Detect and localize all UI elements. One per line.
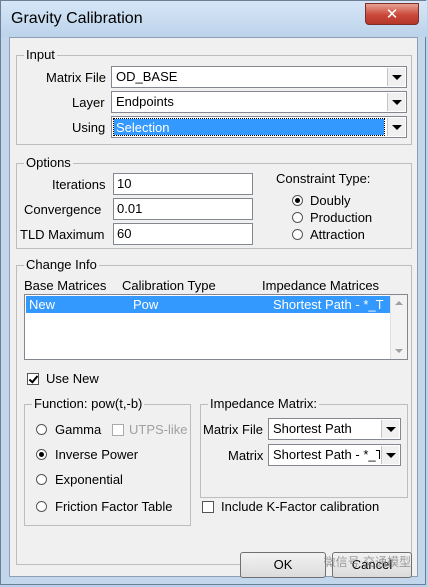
chevron-down-icon[interactable] <box>387 93 405 111</box>
utps-like-checkbox <box>112 424 124 436</box>
column-header-base-matrices: Base Matrices <box>24 278 107 293</box>
function-inverse-power-label[interactable]: Inverse Power <box>55 447 138 462</box>
function-exponential-radio[interactable] <box>36 474 47 485</box>
chevron-down-icon[interactable] <box>387 118 405 136</box>
impedance-matrix-file-dropdown[interactable]: Shortest Path <box>268 418 401 440</box>
convergence-input[interactable]: 0.01 <box>113 198 253 220</box>
function-gamma-label[interactable]: Gamma <box>55 422 101 437</box>
matrix-file-dropdown[interactable]: OD_BASE <box>111 66 407 88</box>
impedance-matrix-group-title: Impedance Matrix: <box>208 396 319 411</box>
chevron-down-icon[interactable] <box>381 446 399 464</box>
options-group-title: Options <box>24 155 73 170</box>
use-new-label[interactable]: Use New <box>46 371 99 386</box>
iterations-input[interactable]: 10 <box>113 173 253 195</box>
using-dropdown[interactable]: Selection <box>111 116 407 138</box>
change-info-group-title: Change Info <box>24 257 99 272</box>
using-value: Selection <box>113 118 385 136</box>
layer-dropdown[interactable]: Endpoints <box>111 91 407 113</box>
function-group-title: Function: pow(t,-b) <box>32 396 145 411</box>
function-inverse-power-radio[interactable] <box>36 449 47 460</box>
constraint-production-label[interactable]: Production <box>310 210 372 225</box>
scroll-down-icon[interactable] <box>395 349 403 353</box>
chevron-down-icon[interactable] <box>381 420 399 438</box>
impedance-matrix-dropdown[interactable]: Shortest Path - *_T <box>268 444 401 466</box>
function-exponential-label[interactable]: Exponential <box>55 472 123 487</box>
list-item-impedance: Shortest Path - *_T <box>273 297 384 312</box>
iterations-label: Iterations <box>52 177 106 192</box>
chevron-down-icon[interactable] <box>387 68 405 86</box>
constraint-attraction-label[interactable]: Attraction <box>310 227 365 242</box>
constraint-attraction-radio[interactable] <box>292 229 303 240</box>
matrix-file-value: OD_BASE <box>116 69 178 84</box>
list-item-type: Pow <box>133 297 159 312</box>
watermark-text: 微信号 交通模型 <box>323 555 411 569</box>
dialog-body: Input Matrix File OD_BASE Layer Endpoint… <box>9 37 418 578</box>
use-new-checkbox[interactable] <box>27 373 39 385</box>
close-icon: ✕ <box>385 5 399 23</box>
column-header-impedance-matrices: Impedance Matrices <box>262 278 380 293</box>
impedance-matrix-value: Shortest Path - *_T <box>273 447 380 462</box>
constraint-doubly-radio[interactable] <box>292 195 303 206</box>
function-friction-factor-radio[interactable] <box>36 501 47 512</box>
utps-like-label: UTPS-like <box>129 422 188 437</box>
title-bar[interactable]: Gravity Calibration ✕ <box>1 1 427 37</box>
tld-maximum-input[interactable]: 60 <box>113 223 253 245</box>
list-scrollbar[interactable] <box>390 295 407 359</box>
window-title: Gravity Calibration <box>11 10 143 27</box>
list-item[interactable]: New Pow Shortest Path - *_T <box>26 296 390 313</box>
ok-button[interactable]: OK <box>240 552 326 578</box>
kfactor-checkbox[interactable] <box>202 501 214 513</box>
kfactor-label[interactable]: Include K-Factor calibration <box>221 499 379 514</box>
layer-value: Endpoints <box>116 94 174 109</box>
function-friction-factor-label[interactable]: Friction Factor Table <box>55 499 173 514</box>
scroll-up-icon[interactable] <box>395 301 403 305</box>
input-group-title: Input <box>24 47 57 62</box>
dialog-window: Gravity Calibration ✕ Input Matrix File … <box>0 0 427 585</box>
constraint-type-label: Constraint Type: <box>276 171 371 186</box>
convergence-label: Convergence <box>24 202 102 217</box>
impedance-matrix-file-label: Matrix File <box>203 422 263 437</box>
close-button[interactable]: ✕ <box>365 3 419 25</box>
column-header-calibration-type: Calibration Type <box>122 278 216 293</box>
using-label: Using <box>72 120 106 135</box>
list-item-base: New <box>29 297 56 312</box>
tld-maximum-label: TLD Maximum <box>20 227 105 242</box>
impedance-matrix-file-value: Shortest Path <box>273 421 352 436</box>
constraint-production-radio[interactable] <box>292 212 303 223</box>
function-gamma-radio[interactable] <box>36 424 47 435</box>
impedance-matrix-label: Matrix <box>228 448 264 463</box>
matrix-file-label: Matrix File <box>46 70 106 85</box>
constraint-doubly-label[interactable]: Doubly <box>310 193 350 208</box>
layer-label: Layer <box>72 95 105 110</box>
change-info-list[interactable]: New Pow Shortest Path - *_T <box>24 294 408 360</box>
